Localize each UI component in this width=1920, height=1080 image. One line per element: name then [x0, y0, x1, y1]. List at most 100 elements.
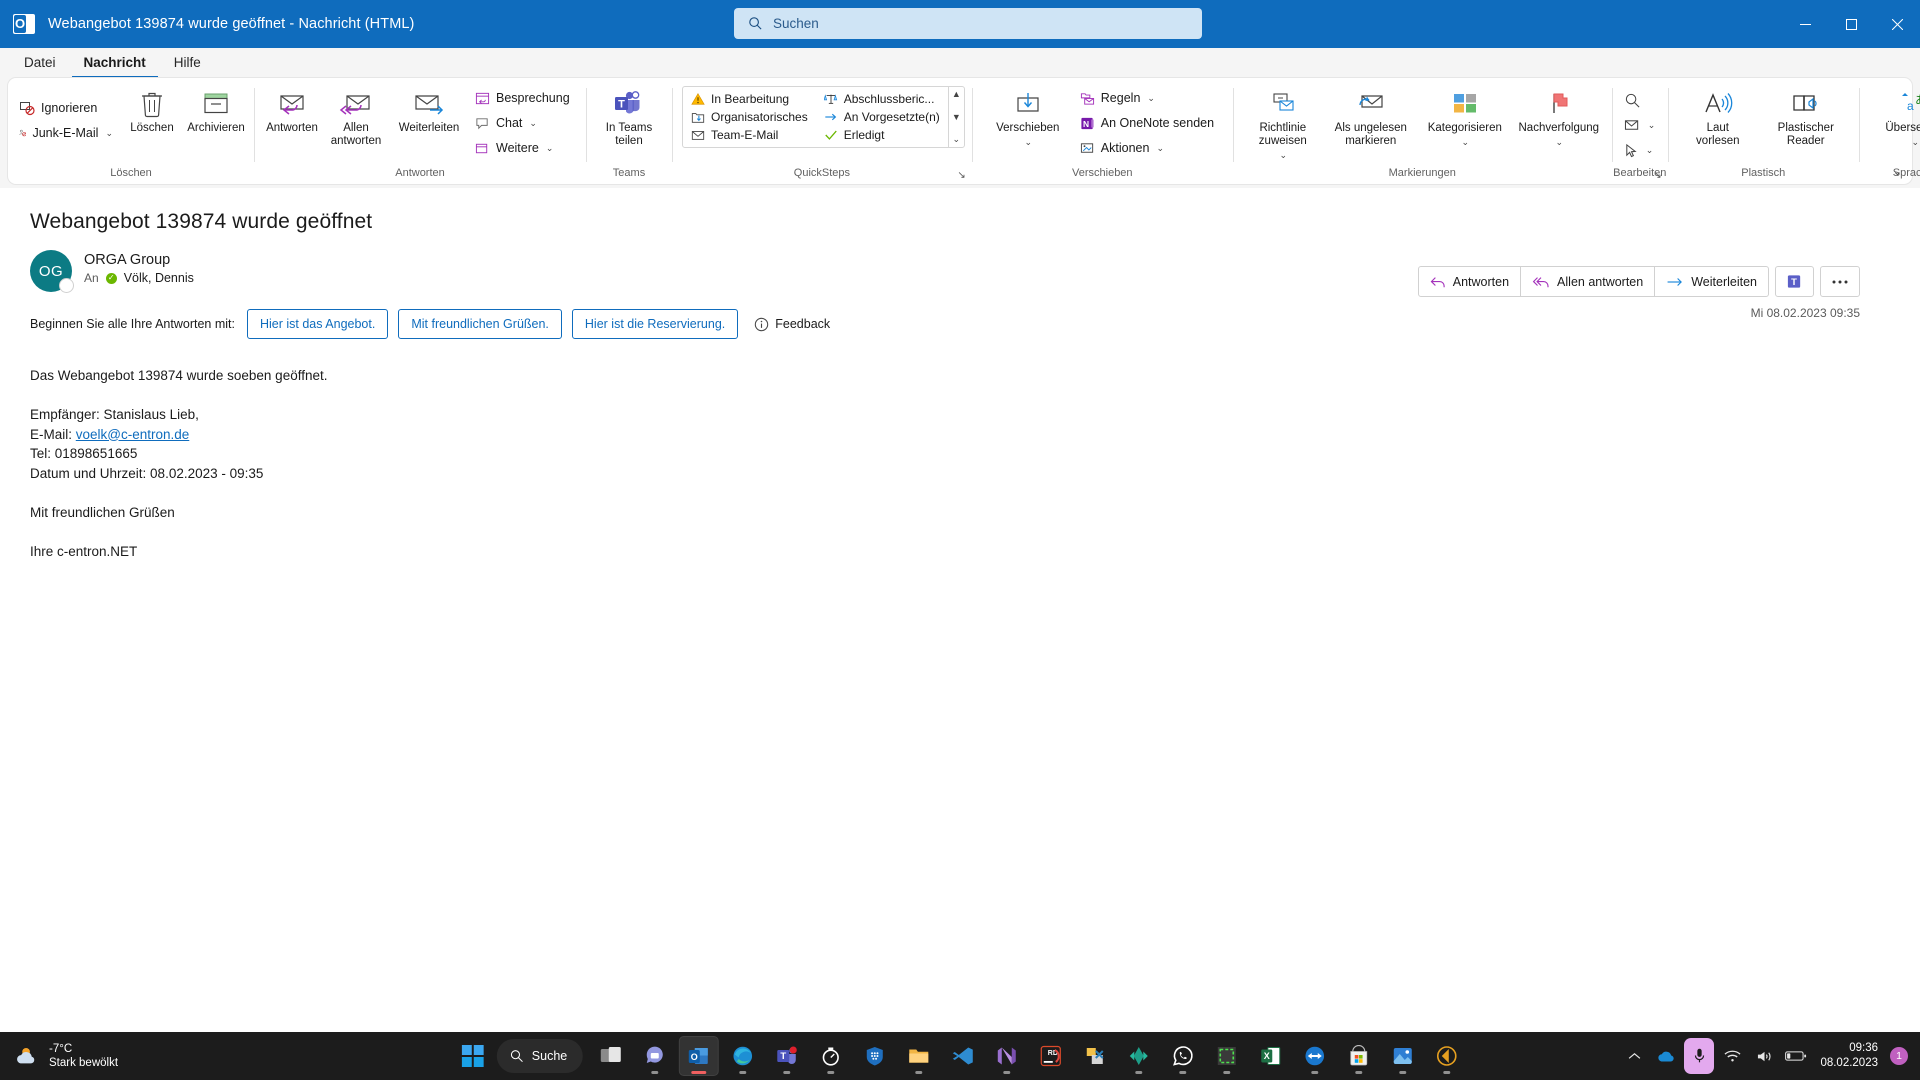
email-link[interactable]: voelk@c-entron.de: [76, 427, 190, 442]
follow-up-label: Nachverfolgung: [1518, 122, 1600, 134]
quicksteps-dialog-launcher[interactable]: ↘: [957, 170, 965, 181]
related-messages-icon: [1624, 119, 1638, 130]
tab-datei[interactable]: Datei: [12, 51, 68, 78]
tab-nachricht[interactable]: Nachricht: [71, 51, 158, 78]
close-button[interactable]: [1874, 0, 1920, 48]
quickstep-team-email[interactable]: Team-E-Mail: [685, 126, 814, 144]
microsoft-store-icon[interactable]: [1339, 1036, 1379, 1076]
translate-button[interactable]: a あ Übersetzen ⌄: [1869, 84, 1920, 148]
related-messages-button[interactable]: ⌄: [1620, 113, 1664, 137]
whatsapp-icon[interactable]: [1163, 1036, 1203, 1076]
forward-icon: [1667, 277, 1683, 286]
immersive-reader-button[interactable]: Plastischer Reader: [1760, 84, 1852, 148]
more-options-button[interactable]: [1820, 266, 1860, 297]
vlc-icon[interactable]: [1427, 1036, 1467, 1076]
clock[interactable]: 09:36 08.02.2023: [1814, 1041, 1886, 1071]
bearbeiten-dialog-launcher[interactable]: ↘: [1653, 170, 1661, 181]
meeting-button[interactable]: Besprechung: [471, 86, 579, 110]
nvim-icon[interactable]: [987, 1036, 1027, 1076]
search-box[interactable]: [734, 8, 1202, 39]
task-view-icon[interactable]: [591, 1036, 631, 1076]
greenshot-icon[interactable]: [1207, 1036, 1247, 1076]
sender-name[interactable]: ORGA Group: [84, 252, 194, 268]
share-to-teams-button[interactable]: T: [1775, 266, 1814, 297]
teams-chat-icon[interactable]: [635, 1036, 675, 1076]
chevron-down-icon: ⌄: [1147, 92, 1155, 103]
select-button[interactable]: ⌄: [1620, 138, 1664, 162]
onedrive-icon[interactable]: [1652, 1040, 1680, 1072]
reply-all-button[interactable]: Allen antworten: [1520, 266, 1656, 297]
maximize-button[interactable]: [1828, 0, 1874, 48]
reply-button[interactable]: Antworten: [261, 84, 323, 135]
message-header: OG ORGA Group An Völk, Dennis Antworten: [30, 250, 1890, 320]
quickstep-erledigt[interactable]: Erledigt: [818, 126, 946, 144]
quicksteps-scrollbar[interactable]: ▲ ▼ ⌄: [947, 87, 964, 147]
edge-icon[interactable]: [723, 1036, 763, 1076]
notification-badge[interactable]: 1: [1890, 1047, 1908, 1065]
scroll-up-icon[interactable]: ▲: [952, 89, 961, 99]
delete-button[interactable]: Löschen: [121, 84, 183, 135]
taskbar-search-button[interactable]: Suche: [496, 1039, 584, 1073]
outlook-icon[interactable]: O: [679, 1036, 720, 1076]
teamviewer-icon[interactable]: [1295, 1036, 1335, 1076]
microphone-indicator[interactable]: [1684, 1038, 1715, 1074]
reply-button[interactable]: Antworten: [1417, 266, 1522, 297]
diamond-icon[interactable]: [1119, 1036, 1159, 1076]
minimize-button[interactable]: [1782, 0, 1828, 48]
wifi-icon[interactable]: [1718, 1040, 1746, 1072]
teams-icon[interactable]: T: [767, 1036, 807, 1076]
quickstep-an-vorgesetzten[interactable]: An Vorgesetzte(n): [818, 108, 946, 126]
rider-icon[interactable]: RD: [1031, 1036, 1071, 1076]
quickstep-organisatorisches[interactable]: Organisatorisches: [685, 108, 814, 126]
junk-mail-button[interactable]: Junk-E-Mail ⌄: [15, 121, 119, 145]
ribbon-collapse-button[interactable]: ⌄: [1893, 165, 1902, 178]
scroll-more-icon[interactable]: ⌄: [953, 134, 961, 145]
scroll-down-icon[interactable]: ▼: [952, 112, 961, 122]
suggested-reply-3[interactable]: Hier ist die Reservierung.: [571, 309, 739, 339]
feedback-button[interactable]: Feedback: [754, 317, 830, 332]
svg-text:a: a: [1907, 99, 1914, 113]
suggested-reply-1[interactable]: Hier ist das Angebot.: [246, 309, 389, 339]
chat-button[interactable]: Chat ⌄: [471, 111, 579, 135]
sql-icon[interactable]: [1075, 1036, 1115, 1076]
ignore-button[interactable]: Ignorieren: [15, 96, 119, 120]
archive-button[interactable]: Archivieren: [185, 84, 247, 135]
weather-widget[interactable]: -7°C Stark bewölkt: [0, 1042, 118, 1070]
stopwatch-icon[interactable]: [811, 1036, 851, 1076]
actions-button[interactable]: Aktionen ⌄: [1076, 136, 1226, 160]
mark-unread-button[interactable]: Als ungelesen markieren: [1325, 84, 1417, 148]
recipient-name[interactable]: Völk, Dennis: [124, 271, 194, 285]
more-actions-button[interactable]: Weitere ⌄: [471, 136, 579, 160]
vscode-icon[interactable]: [943, 1036, 983, 1076]
assign-policy-button[interactable]: Richtlinie zuweisen ⌄: [1243, 84, 1323, 161]
suggested-reply-2[interactable]: Mit freundlichen Grüßen.: [398, 309, 562, 339]
excel-icon[interactable]: X: [1251, 1036, 1291, 1076]
forward-button[interactable]: Weiterleiten: [1654, 266, 1769, 297]
body-line: Tel: 01898651665: [30, 446, 138, 461]
windows-start-icon[interactable]: [453, 1036, 493, 1076]
rules-button[interactable]: Regeln ⌄: [1076, 86, 1226, 110]
speaker-icon[interactable]: [1750, 1040, 1778, 1072]
photos-icon[interactable]: [1383, 1036, 1423, 1076]
forward-button[interactable]: Weiterleiten: [389, 84, 469, 135]
send-to-onenote-button[interactable]: N An OneNote senden: [1076, 111, 1226, 135]
share-to-teams-button[interactable]: T In Teams teilen: [598, 84, 660, 148]
read-aloud-button[interactable]: Laut vorlesen: [1678, 84, 1758, 148]
security-icon[interactable]: [855, 1036, 895, 1076]
reply-all-button[interactable]: Allen antworten: [325, 84, 387, 148]
find-button[interactable]: [1620, 88, 1664, 112]
follow-up-button[interactable]: Nachverfolgung ⌄: [1513, 84, 1605, 148]
file-explorer-icon[interactable]: [899, 1036, 939, 1076]
move-button[interactable]: Verschieben ⌄: [982, 84, 1074, 148]
tab-hilfe[interactable]: Hilfe: [162, 51, 213, 78]
group-label-markierungen: Markierungen: [1388, 167, 1456, 179]
quickstep-in-bearbeitung[interactable]: In Bearbeitung: [685, 90, 814, 108]
share-to-teams-label: In Teams teilen: [605, 122, 653, 147]
quickstep-abschlussbericht[interactable]: Abschlussberic...: [818, 90, 946, 108]
battery-icon[interactable]: [1782, 1040, 1810, 1072]
more-actions-label: Weitere: [496, 141, 539, 155]
categorize-button[interactable]: Kategorisieren ⌄: [1419, 84, 1511, 148]
body-line: Ihre c-entron.NET: [30, 543, 138, 559]
tray-overflow-button[interactable]: [1620, 1040, 1648, 1072]
search-input[interactable]: [773, 16, 1202, 31]
